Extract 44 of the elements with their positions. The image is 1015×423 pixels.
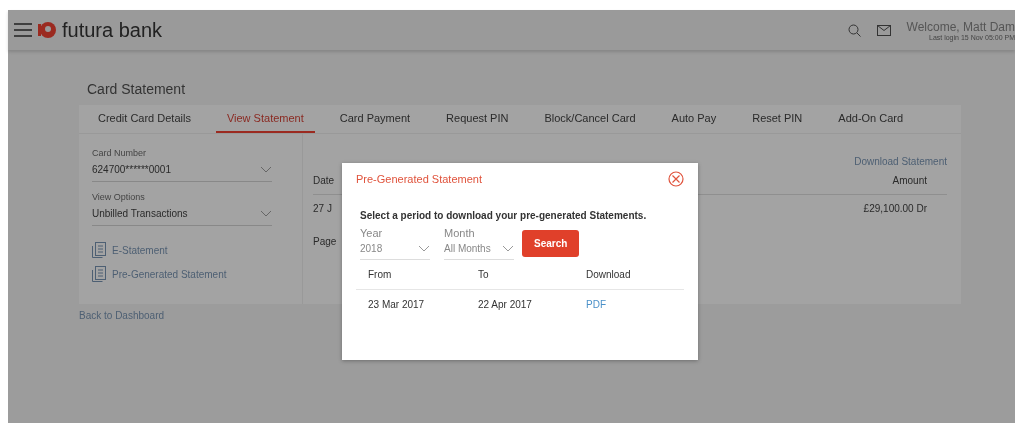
field-label: Month bbox=[444, 227, 476, 239]
tab[interactable]: Reset PIN bbox=[741, 105, 814, 133]
tab[interactable]: Auto Pay bbox=[660, 105, 728, 133]
field-label: Year bbox=[360, 227, 384, 239]
tab[interactable]: View Statement bbox=[215, 105, 315, 133]
dialog-title: Pre-Generated Statement bbox=[356, 173, 482, 185]
month-select[interactable]: All Months bbox=[444, 239, 514, 260]
menu-icon[interactable] bbox=[14, 23, 32, 37]
chevron-icon bbox=[260, 210, 272, 217]
field-label: View Options bbox=[92, 192, 146, 202]
column-header: From bbox=[368, 269, 393, 280]
tab[interactable]: Add-On Card bbox=[827, 105, 915, 133]
tab[interactable]: Block/Cancel Card bbox=[533, 105, 647, 133]
welcome-text: Welcome, Matt Dam bbox=[906, 19, 1015, 34]
pdf-link[interactable]: PDF bbox=[586, 299, 684, 310]
chevron-icon bbox=[502, 245, 514, 252]
search-button[interactable]: Search bbox=[522, 230, 580, 257]
view-options-select[interactable]: Unbilled Transactions bbox=[92, 202, 272, 226]
document-icon bbox=[92, 266, 106, 282]
column-header: Download bbox=[586, 269, 632, 280]
tab[interactable]: Credit Card Details bbox=[87, 105, 202, 133]
column-header: Amount bbox=[892, 175, 928, 186]
page-title: Card Statement bbox=[87, 81, 187, 97]
mail-icon[interactable] bbox=[876, 24, 891, 36]
field-label: Card Number bbox=[92, 148, 148, 158]
card-number-select[interactable]: 624700******0001 bbox=[92, 158, 272, 182]
chevron-icon bbox=[418, 245, 430, 252]
column-header: To bbox=[478, 269, 490, 280]
table-cell-text: 23 Mar 2017 bbox=[368, 299, 426, 310]
column-header: Date bbox=[313, 175, 335, 186]
table-cell-text: 22 Apr 2017 bbox=[478, 299, 533, 310]
tab[interactable]: Card Payment bbox=[328, 105, 422, 133]
brand-name: futura bank bbox=[62, 18, 163, 42]
tab[interactable]: Request PIN bbox=[435, 105, 520, 133]
close-icon[interactable] bbox=[668, 171, 684, 187]
pager-label: Page bbox=[313, 236, 337, 247]
instruction-text: Select a period to download your pre-generated Statements. bbox=[360, 210, 648, 221]
year-select[interactable]: 2018 bbox=[360, 239, 430, 260]
chevron-icon bbox=[260, 166, 272, 173]
logo-icon bbox=[38, 21, 56, 39]
search-icon[interactable] bbox=[847, 23, 861, 37]
table-cell-text: £29,100.00 Dr bbox=[863, 203, 928, 214]
document-icon bbox=[92, 242, 106, 258]
table-cell: 27 J bbox=[313, 203, 332, 214]
